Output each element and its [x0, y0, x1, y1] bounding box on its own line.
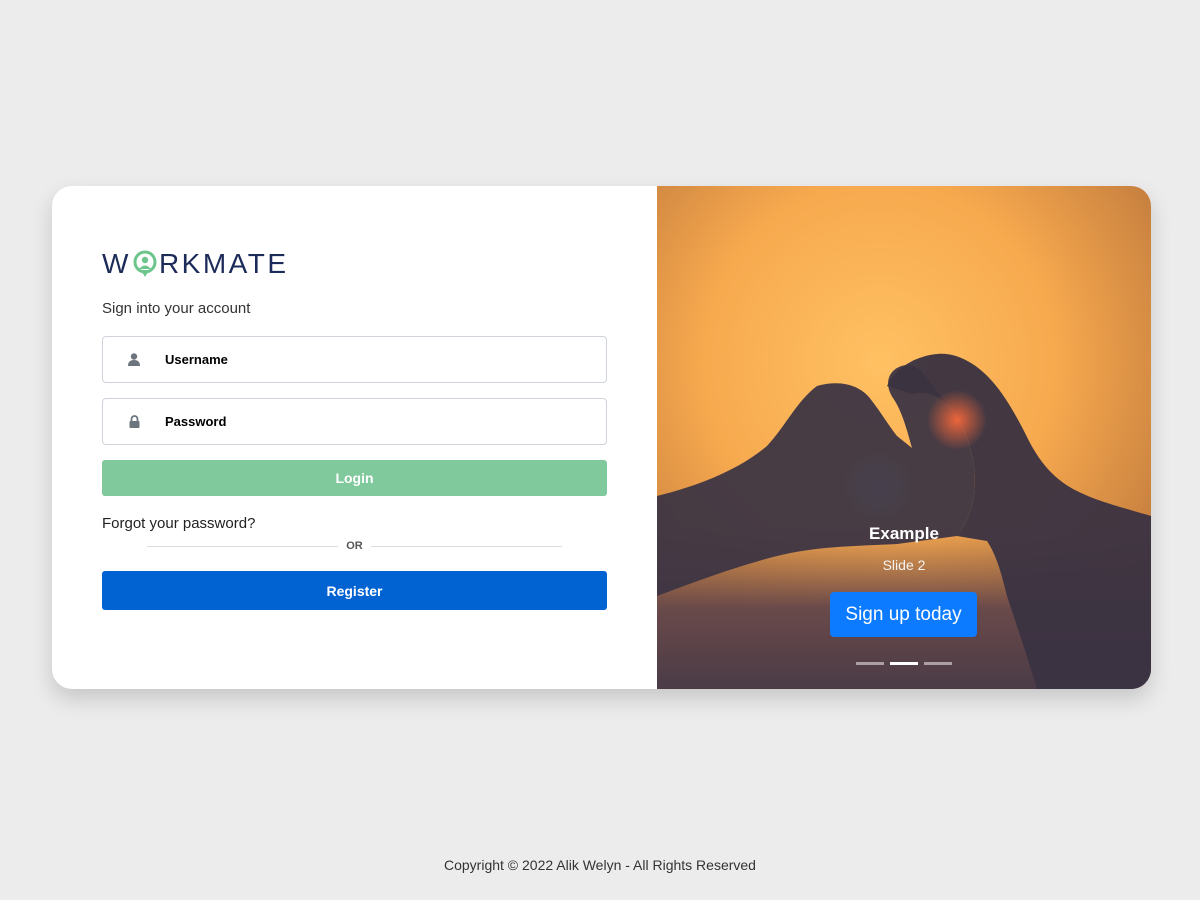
carousel-indicator-1[interactable] [856, 662, 884, 665]
or-divider: OR [147, 538, 562, 554]
username-field[interactable] [102, 336, 607, 383]
user-icon [103, 353, 165, 366]
copyright-footer: Copyright © 2022 Alik Welyn - All Rights… [444, 857, 756, 873]
sign-up-button[interactable]: Sign up today [830, 592, 977, 637]
password-field[interactable] [102, 398, 607, 445]
forgot-password-link[interactable]: Forgot your password? [102, 515, 255, 532]
location-pin-icon [133, 250, 157, 277]
login-button[interactable]: Login [102, 460, 607, 496]
login-panel: W RKMATE Sign into your account Username… [52, 186, 657, 689]
or-label: OR [346, 540, 363, 552]
carousel-caption-subtitle: Slide 2 [882, 557, 926, 573]
carousel-indicators [856, 662, 952, 665]
username-input[interactable] [165, 352, 585, 367]
workmate-logo: W RKMATE [102, 248, 289, 280]
divider-line-left [147, 545, 339, 547]
logo-text-start: W [102, 248, 131, 279]
sign-in-subtitle: Sign into your account [102, 300, 251, 317]
carousel-caption-title: Example [869, 524, 939, 543]
register-button[interactable]: Register [102, 571, 607, 610]
carousel-indicator-2[interactable] [890, 662, 918, 665]
divider-line-right [370, 545, 562, 547]
password-input[interactable] [165, 414, 585, 429]
lock-icon [103, 415, 165, 428]
login-card: W RKMATE Sign into your account Username… [52, 186, 1151, 689]
carousel-indicator-3[interactable] [924, 662, 952, 665]
promo-carousel: Example Slide 2 Sign up today [657, 186, 1151, 689]
logo-text-end: RKMATE [158, 248, 289, 279]
